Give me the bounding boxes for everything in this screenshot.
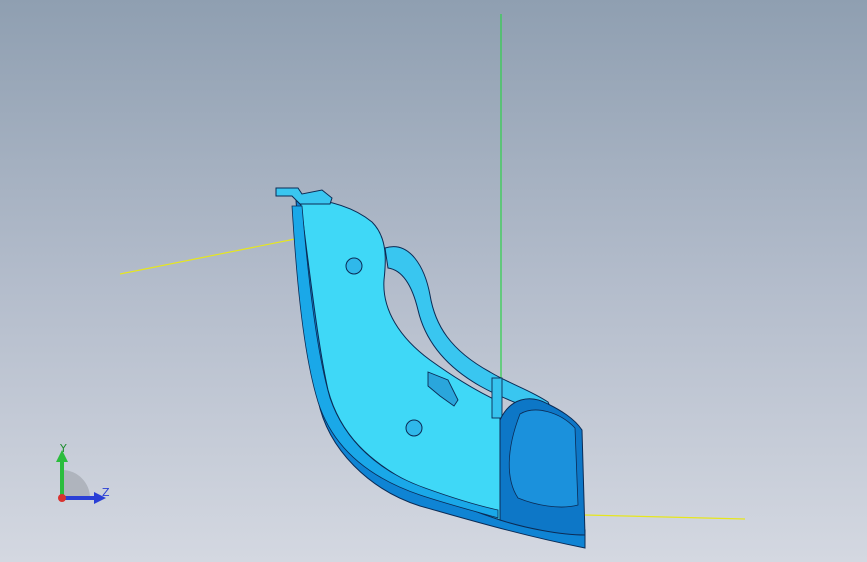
cad-viewport[interactable]: Y Z bbox=[0, 0, 867, 562]
triad-icon bbox=[56, 450, 106, 504]
view-triad[interactable]: Y Z bbox=[48, 440, 118, 510]
x-axis-line-left bbox=[119, 237, 301, 275]
triad-x-origin bbox=[58, 494, 66, 502]
model-scene[interactable] bbox=[0, 0, 867, 562]
triad-y-label: Y bbox=[60, 442, 67, 455]
triad-z-label: Z bbox=[102, 486, 110, 499]
triad-quadrant bbox=[62, 470, 90, 498]
mounting-hole-lower bbox=[405, 419, 423, 437]
boss-feature bbox=[491, 377, 503, 419]
mounting-hole-upper bbox=[345, 257, 363, 275]
part-top-flange bbox=[275, 187, 333, 205]
x-axis-line-right bbox=[584, 514, 746, 520]
part-end-cup-inner bbox=[508, 409, 579, 508]
